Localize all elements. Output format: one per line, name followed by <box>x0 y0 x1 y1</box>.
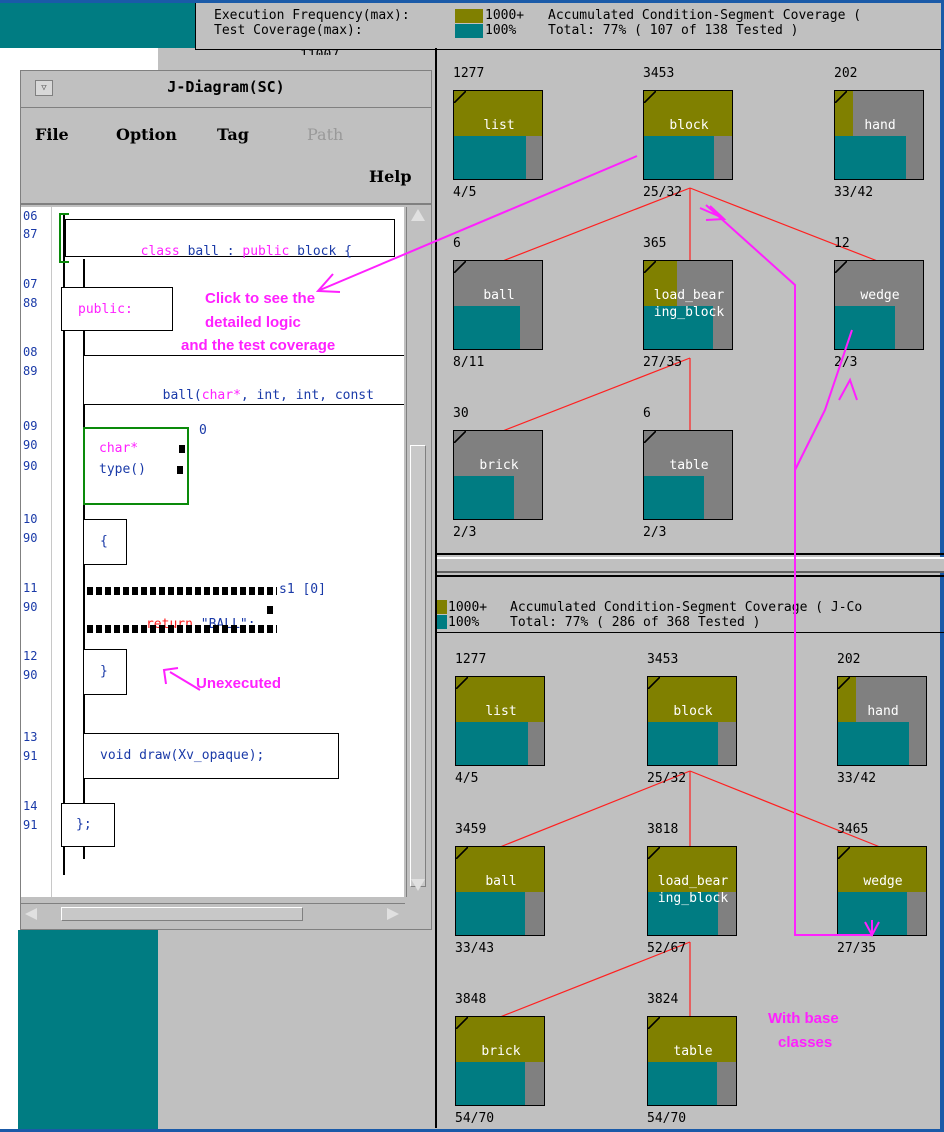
annotation-classes: classes <box>778 1034 833 1051</box>
annotation-with-base: With base <box>768 1010 839 1027</box>
annotation-unexecuted: Unexecuted <box>196 675 282 692</box>
annotation-coverage: and the test coverage <box>181 337 336 354</box>
annotation-arrows <box>162 155 880 938</box>
annotation-detailed: detailed logic <box>205 314 301 331</box>
annotation-click: Click to see the <box>205 290 316 307</box>
